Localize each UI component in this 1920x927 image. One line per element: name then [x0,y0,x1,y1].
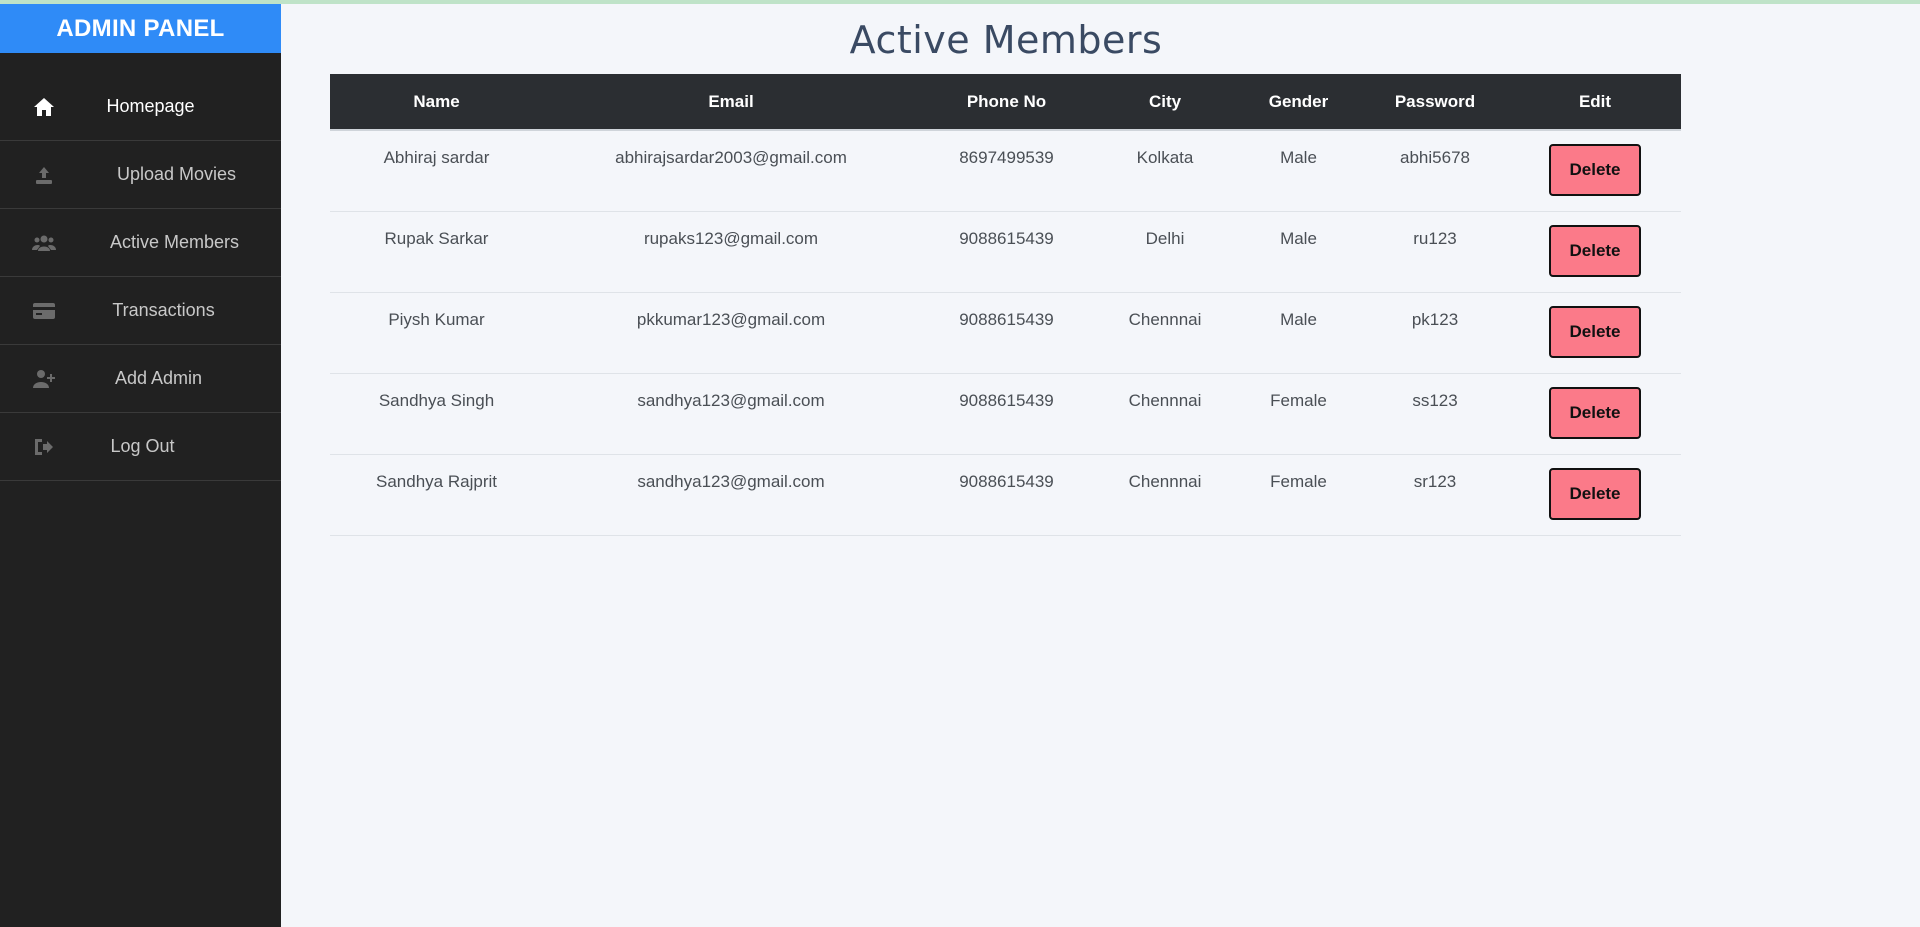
cell-password: abhi5678 [1361,130,1509,212]
column-header-name: Name [330,74,543,131]
cell-edit: Delete [1509,454,1681,536]
cell-password: ss123 [1361,373,1509,455]
brand-title: ADMIN PANEL [0,4,281,53]
cell-city: Chennnai [1094,292,1236,374]
table-row: Rupak Sarkar rupaks123@gmail.com 9088615… [330,211,1681,293]
cell-name: Sandhya Rajprit [330,454,543,536]
delete-button[interactable]: Delete [1549,224,1641,277]
cell-phone: 9088615439 [919,373,1094,455]
cell-email: pkkumar123@gmail.com [543,292,919,374]
sidebar-item-label: Add Admin [114,368,203,388]
cell-city: Delhi [1094,211,1236,293]
cell-edit: Delete [1509,130,1681,212]
table-row: Abhiraj sardar abhirajsardar2003@gmail.c… [330,130,1681,212]
cell-edit: Delete [1509,373,1681,455]
sidebar-item-log-out[interactable]: Log Out [0,413,281,481]
cell-phone: 9088615439 [919,292,1094,374]
cell-gender: Male [1236,211,1361,293]
sidebar-item-upload-movies[interactable]: Upload Movies [0,141,281,209]
sidebar-item-label: Upload Movies [116,164,237,184]
page-title: Active Members [849,18,1163,62]
cell-gender: Male [1236,292,1361,374]
cell-gender: Male [1236,130,1361,212]
sidebar: ADMIN PANEL Homepage Upload Movies Activ… [0,4,281,927]
members-table: Name Email Phone No City Gender Password… [330,74,1681,536]
cell-edit: Delete [1509,292,1681,374]
cell-gender: Female [1236,454,1361,536]
cell-password: pk123 [1361,292,1509,374]
cell-name: Abhiraj sardar [330,130,543,212]
cell-city: Kolkata [1094,130,1236,212]
cell-email: sandhya123@gmail.com [543,373,919,455]
column-header-city: City [1094,74,1236,131]
column-header-edit: Edit [1509,74,1681,131]
cell-email: rupaks123@gmail.com [543,211,919,293]
main-content: Active Members Name Email Phone No City … [281,4,1920,927]
cell-city: Chennnai [1094,373,1236,455]
sidebar-nav: Homepage Upload Movies Active Members Tr… [0,73,281,481]
cell-name: Rupak Sarkar [330,211,543,293]
cell-password: sr123 [1361,454,1509,536]
delete-button[interactable]: Delete [1549,467,1641,520]
sidebar-item-label: Log Out [110,436,175,456]
delete-button[interactable]: Delete [1549,386,1641,439]
cell-edit: Delete [1509,211,1681,293]
sidebar-item-label: Transactions [112,300,215,320]
column-header-email: Email [543,74,919,131]
cell-phone: 8697499539 [919,130,1094,212]
sidebar-item-transactions[interactable]: Transactions [0,277,281,345]
sidebar-item-active-members[interactable]: Active Members [0,209,281,277]
cell-email: sandhya123@gmail.com [543,454,919,536]
column-header-gender: Gender [1236,74,1361,131]
sidebar-item-label: Active Members [109,232,240,252]
sidebar-item-label: Homepage [106,96,195,116]
cell-email: abhirajsardar2003@gmail.com [543,130,919,212]
cell-gender: Female [1236,373,1361,455]
cell-phone: 9088615439 [919,211,1094,293]
cell-name: Piysh Kumar [330,292,543,374]
column-header-password: Password [1361,74,1509,131]
table-row: Sandhya Rajprit sandhya123@gmail.com 908… [330,454,1681,536]
table-row: Piysh Kumar pkkumar123@gmail.com 9088615… [330,292,1681,374]
sidebar-item-homepage[interactable]: Homepage [0,73,281,141]
table-row: Sandhya Singh sandhya123@gmail.com 90886… [330,373,1681,455]
cell-city: Chennnai [1094,454,1236,536]
cell-phone: 9088615439 [919,454,1094,536]
delete-button[interactable]: Delete [1549,144,1641,196]
sidebar-item-add-admin[interactable]: Add Admin [0,345,281,413]
cell-password: ru123 [1361,211,1509,293]
column-header-phone: Phone No [919,74,1094,131]
delete-button[interactable]: Delete [1549,305,1641,358]
cell-name: Sandhya Singh [330,373,543,455]
table-header-row: Name Email Phone No City Gender Password… [330,74,1681,131]
